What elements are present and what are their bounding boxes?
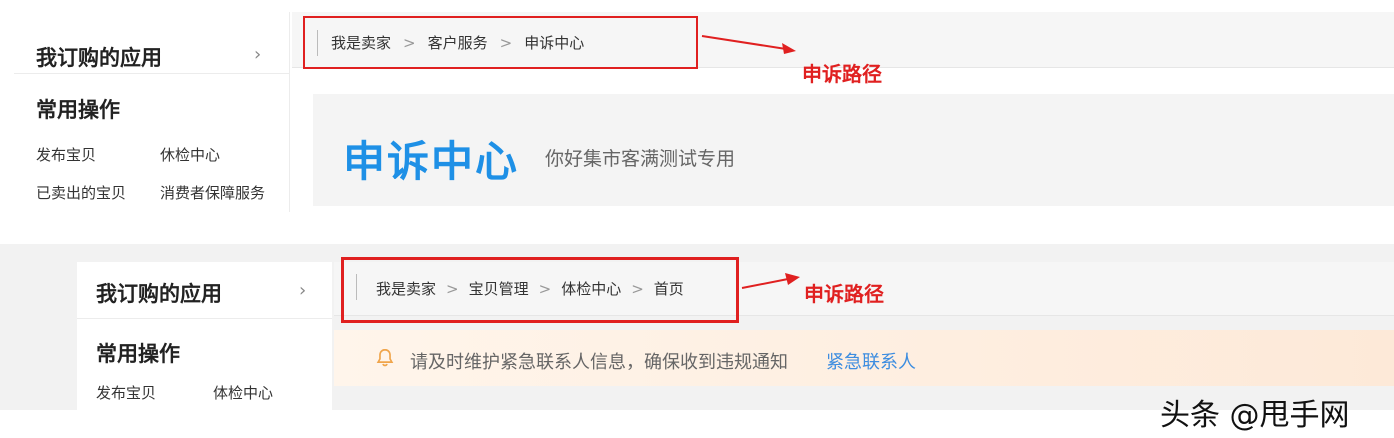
breadcrumb-item-seller[interactable]: 我是卖家 (376, 278, 436, 299)
breadcrumb: 我是卖家 > 客户服务 > 申诉中心 (331, 32, 584, 53)
breadcrumb-separator: > (446, 279, 459, 298)
my-apps-heading[interactable]: 我订购的应用 (36, 42, 162, 72)
breadcrumb-item-item-management[interactable]: 宝贝管理 (469, 278, 529, 299)
page-subtitle: 你好集市客满测试专用 (545, 148, 736, 170)
my-apps-heading[interactable]: 我订购的应用 (96, 278, 222, 308)
breadcrumb-item-appeal-center[interactable]: 申诉中心 (524, 32, 584, 53)
divider (77, 318, 332, 319)
annotation-label: 申诉路径 (804, 282, 884, 306)
breadcrumb-separator: > (403, 33, 416, 52)
breadcrumb-highlight-box: 我是卖家 > 宝贝管理 > 体检中心 > 首页 (341, 257, 739, 323)
appeal-center-header: 申诉中心 你好集市客满测试专用 (313, 94, 1394, 206)
sidebar-link-publish[interactable]: 发布宝贝 (36, 144, 96, 165)
notice-text: 请及时维护紧急联系人信息，确保收到违规通知 (410, 352, 788, 373)
breadcrumb: 我是卖家 > 宝贝管理 > 体检中心 > 首页 (376, 278, 684, 299)
notice-bar: 请及时维护紧急联系人信息，确保收到违规通知 紧急联系人 (334, 330, 1394, 386)
breadcrumb-divider (317, 30, 318, 56)
sidebar-link-checkup[interactable]: 休检中心 (160, 144, 220, 165)
breadcrumb-separator: > (631, 279, 644, 298)
sidebar-link-checkup[interactable]: 体检中心 (213, 382, 273, 403)
common-ops-heading: 常用操作 (96, 342, 180, 366)
sidebar-link-consumer-protection[interactable]: 消费者保障服务 (160, 182, 265, 203)
red-arrow-annotation (701, 35, 796, 54)
sidebar-link-sold-items[interactable]: 已卖出的宝贝 (36, 182, 126, 203)
sidebar-link-publish[interactable]: 发布宝贝 (96, 382, 156, 403)
breadcrumb-separator: > (538, 279, 552, 298)
divider (14, 73, 290, 74)
page-title: 申诉中心 (343, 137, 520, 186)
breadcrumb-item-customer-service[interactable]: 客户服务 (428, 32, 488, 53)
chevron-right-icon[interactable]: › (254, 44, 261, 65)
sidebar-2: 我订购的应用 › 常用操作 发布宝贝 体检中心 (77, 262, 332, 410)
breadcrumb-item-seller[interactable]: 我是卖家 (331, 32, 391, 53)
chevron-right-icon[interactable]: › (299, 280, 306, 301)
breadcrumb-item-home[interactable]: 首页 (654, 278, 684, 299)
breadcrumb-highlight-box: 我是卖家 > 客户服务 > 申诉中心 (303, 16, 698, 69)
breadcrumb-separator: > (499, 33, 513, 52)
bell-icon (376, 348, 394, 367)
breadcrumb-divider (356, 274, 357, 300)
annotation-label: 申诉路径 (802, 62, 882, 86)
common-ops-heading: 常用操作 (36, 98, 120, 122)
watermark: 头条 @甩手网 (1160, 398, 1350, 433)
breadcrumb-item-checkup-center[interactable]: 体检中心 (561, 278, 621, 299)
emergency-contact-link[interactable]: 紧急联系人 (826, 348, 916, 374)
red-arrow-annotation (741, 273, 800, 289)
sidebar-1: 我订购的应用 › 常用操作 发布宝贝 休检中心 已卖出的宝贝 消费者保障服务 (14, 12, 290, 212)
